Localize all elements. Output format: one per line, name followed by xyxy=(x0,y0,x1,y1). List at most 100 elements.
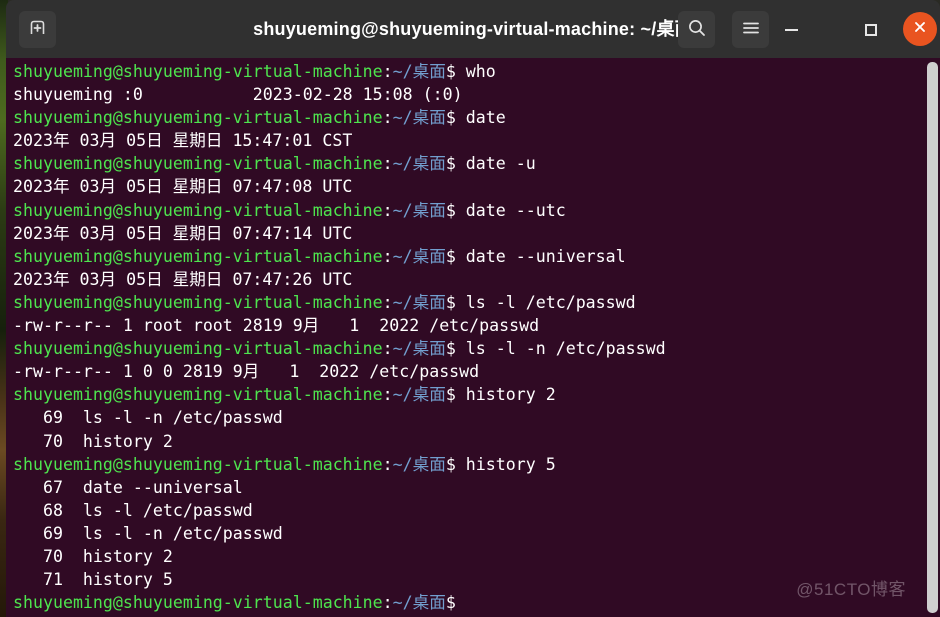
prompt-symbol: $ xyxy=(446,154,466,173)
new-tab-icon xyxy=(29,19,46,40)
prompt-symbol: $ xyxy=(446,247,466,266)
terminal-command: who xyxy=(466,62,496,81)
maximize-button[interactable] xyxy=(852,11,889,48)
close-icon xyxy=(912,19,928,39)
prompt-path: ~/桌面 xyxy=(393,593,446,612)
terminal-command: date -u xyxy=(466,154,536,173)
terminal-prompt-line: shuyueming@shuyueming-virtual-machine:~/… xyxy=(13,591,940,614)
window-titlebar: shuyueming@shuyueming-virtual-machine: ~… xyxy=(6,0,940,58)
terminal-prompt-line: shuyueming@shuyueming-virtual-machine:~/… xyxy=(13,291,940,314)
prompt-path: ~/桌面 xyxy=(393,62,446,81)
prompt-path: ~/桌面 xyxy=(393,385,446,404)
prompt-symbol: $ xyxy=(446,385,466,404)
terminal-output-line: 71 history 5 xyxy=(13,568,940,591)
prompt-path: ~/桌面 xyxy=(393,247,446,266)
terminal-output-line: 2023年 03月 05日 星期日 07:47:14 UTC xyxy=(13,222,940,245)
terminal-prompt-line: shuyueming@shuyueming-virtual-machine:~/… xyxy=(13,60,940,83)
terminal-command: ls -l -n /etc/passwd xyxy=(466,339,666,358)
terminal-command: date --utc xyxy=(466,201,566,220)
minimize-button[interactable] xyxy=(773,11,810,48)
prompt-symbol: $ xyxy=(446,593,466,612)
terminal-command: history 5 xyxy=(466,455,556,474)
terminal-command: date --universal xyxy=(466,247,626,266)
terminal-output-line: 69 ls -l -n /etc/passwd xyxy=(13,406,940,429)
terminal-command: history 2 xyxy=(466,385,556,404)
terminal-output-text: 68 ls -l /etc/passwd xyxy=(13,501,253,520)
terminal-output-line: shuyueming :0 2023-02-28 15:08 (:0) xyxy=(13,83,940,106)
terminal-output-text: 71 history 5 xyxy=(13,570,173,589)
prompt-separator: : xyxy=(383,385,393,404)
prompt-user-host: shuyueming@shuyueming-virtual-machine xyxy=(13,201,383,220)
prompt-symbol: $ xyxy=(446,339,466,358)
prompt-separator: : xyxy=(383,108,393,127)
prompt-user-host: shuyueming@shuyueming-virtual-machine xyxy=(13,108,383,127)
prompt-separator: : xyxy=(383,593,393,612)
terminal-output-text: shuyueming :0 2023-02-28 15:08 (:0) xyxy=(13,85,463,104)
terminal-output-line: 68 ls -l /etc/passwd xyxy=(13,499,940,522)
terminal-prompt-line: shuyueming@shuyueming-virtual-machine:~/… xyxy=(13,337,940,360)
terminal-output-line: 2023年 03月 05日 星期日 07:47:26 UTC xyxy=(13,268,940,291)
hamburger-menu-icon xyxy=(742,20,760,40)
prompt-path: ~/桌面 xyxy=(393,293,446,312)
search-icon xyxy=(687,18,707,42)
terminal-prompt-line: shuyueming@shuyueming-virtual-machine:~/… xyxy=(13,152,940,175)
terminal-output-text: 2023年 03月 05日 星期日 15:47:01 CST xyxy=(13,131,352,150)
terminal-output-area[interactable]: shuyueming@shuyueming-virtual-machine:~/… xyxy=(6,58,940,617)
terminal-output-text: 70 history 2 xyxy=(13,432,173,451)
prompt-user-host: shuyueming@shuyueming-virtual-machine xyxy=(13,339,383,358)
prompt-user-host: shuyueming@shuyueming-virtual-machine xyxy=(13,62,383,81)
terminal-output-line: 69 ls -l -n /etc/passwd xyxy=(13,522,940,545)
maximize-icon xyxy=(865,24,877,36)
prompt-symbol: $ xyxy=(446,293,466,312)
terminal-prompt-line: shuyueming@shuyueming-virtual-machine:~/… xyxy=(13,199,940,222)
terminal-output-text: 69 ls -l -n /etc/passwd xyxy=(13,524,283,543)
prompt-path: ~/桌面 xyxy=(393,108,446,127)
prompt-separator: : xyxy=(383,201,393,220)
terminal-command: date xyxy=(466,108,506,127)
prompt-symbol: $ xyxy=(446,455,466,474)
prompt-path: ~/桌面 xyxy=(393,455,446,474)
prompt-path: ~/桌面 xyxy=(393,154,446,173)
terminal-output-text: -rw-r--r-- 1 0 0 2819 9月 1 2022 /etc/pas… xyxy=(13,362,479,381)
prompt-user-host: shuyueming@shuyueming-virtual-machine xyxy=(13,293,383,312)
terminal-command: ls -l /etc/passwd xyxy=(466,293,636,312)
terminal-output-text: 2023年 03月 05日 星期日 07:47:08 UTC xyxy=(13,177,352,196)
close-button[interactable] xyxy=(903,12,937,46)
terminal-output-line: 70 history 2 xyxy=(13,430,940,453)
terminal-output-text: -rw-r--r-- 1 root root 2819 9月 1 2022 /e… xyxy=(13,316,539,335)
terminal-prompt-line: shuyueming@shuyueming-virtual-machine:~/… xyxy=(13,453,940,476)
prompt-symbol: $ xyxy=(446,108,466,127)
terminal-prompt-line: shuyueming@shuyueming-virtual-machine:~/… xyxy=(13,106,940,129)
terminal-output-line: 67 date --universal xyxy=(13,476,940,499)
prompt-separator: : xyxy=(383,154,393,173)
terminal-prompt-line: shuyueming@shuyueming-virtual-machine:~/… xyxy=(13,245,940,268)
prompt-symbol: $ xyxy=(446,62,466,81)
prompt-user-host: shuyueming@shuyueming-virtual-machine xyxy=(13,455,383,474)
menu-button[interactable] xyxy=(732,11,769,48)
terminal-output-text: 69 ls -l -n /etc/passwd xyxy=(13,408,283,427)
prompt-user-host: shuyueming@shuyueming-virtual-machine xyxy=(13,154,383,173)
terminal-output-line: 2023年 03月 05日 星期日 07:47:08 UTC xyxy=(13,175,940,198)
new-tab-button[interactable] xyxy=(19,11,56,48)
terminal-output-text: 67 date --universal xyxy=(13,478,243,497)
terminal-output-line: -rw-r--r-- 1 root root 2819 9月 1 2022 /e… xyxy=(13,314,940,337)
terminal-output-line: 70 history 2 xyxy=(13,545,940,568)
prompt-separator: : xyxy=(383,455,393,474)
terminal-output-line: -rw-r--r-- 1 0 0 2819 9月 1 2022 /etc/pas… xyxy=(13,360,940,383)
prompt-separator: : xyxy=(383,293,393,312)
terminal-window: shuyueming@shuyueming-virtual-machine: ~… xyxy=(0,0,940,617)
prompt-separator: : xyxy=(383,62,393,81)
prompt-path: ~/桌面 xyxy=(393,201,446,220)
prompt-user-host: shuyueming@shuyueming-virtual-machine xyxy=(13,247,383,266)
prompt-user-host: shuyueming@shuyueming-virtual-machine xyxy=(13,385,383,404)
terminal-output-text: 2023年 03月 05日 星期日 07:47:26 UTC xyxy=(13,270,352,289)
terminal-prompt-line: shuyueming@shuyueming-virtual-machine:~/… xyxy=(13,383,940,406)
terminal-text: shuyueming@shuyueming-virtual-machine:~/… xyxy=(13,60,940,614)
search-button[interactable] xyxy=(678,11,715,48)
terminal-output-line: 2023年 03月 05日 星期日 15:47:01 CST xyxy=(13,129,940,152)
terminal-output-text: 70 history 2 xyxy=(13,547,173,566)
minimize-icon xyxy=(785,29,798,31)
prompt-user-host: shuyueming@shuyueming-virtual-machine xyxy=(13,593,383,612)
scrollbar-thumb[interactable] xyxy=(927,62,938,613)
prompt-separator: : xyxy=(383,339,393,358)
